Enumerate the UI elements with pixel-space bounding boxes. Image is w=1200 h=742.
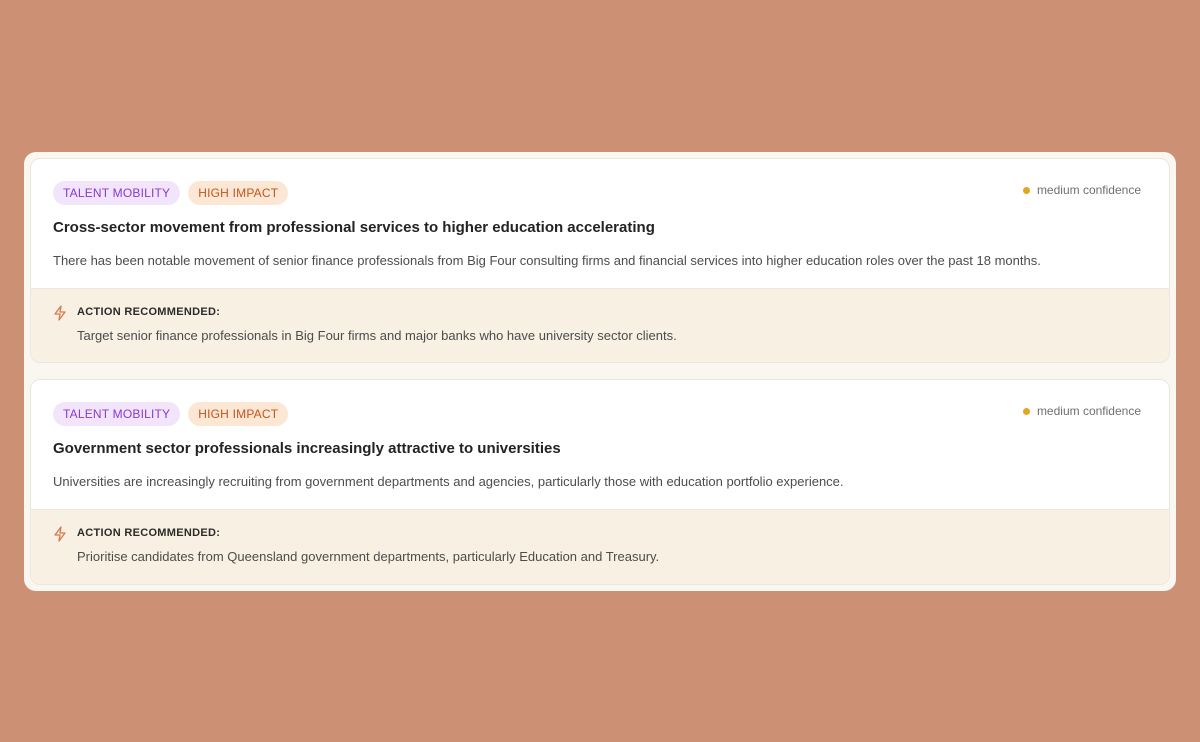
action-label: ACTION RECOMMENDED: bbox=[77, 306, 221, 318]
insight-card-header: TALENT MOBILITY HIGH IMPACT medium confi… bbox=[31, 380, 1169, 510]
lightning-icon bbox=[54, 305, 66, 321]
lightning-icon bbox=[54, 526, 66, 542]
confidence-label: medium confidence bbox=[1036, 404, 1141, 418]
insight-card: TALENT MOBILITY HIGH IMPACT medium confi… bbox=[30, 379, 1170, 585]
insights-panel: TALENT MOBILITY HIGH IMPACT medium confi… bbox=[24, 152, 1176, 591]
action-body: ACTION RECOMMENDED: Target senior financ… bbox=[77, 304, 677, 345]
confidence-indicator: medium confidence bbox=[1022, 404, 1141, 418]
action-text: Prioritise candidates from Queensland go… bbox=[77, 549, 660, 564]
insight-title: Cross-sector movement from professional … bbox=[53, 219, 655, 236]
badge-group: TALENT MOBILITY HIGH IMPACT bbox=[53, 181, 1141, 205]
insight-description: Universities are increasingly recruiting… bbox=[53, 474, 844, 489]
action-label: ACTION RECOMMENDED: bbox=[77, 527, 221, 539]
status-dot-icon bbox=[1022, 186, 1030, 194]
category-badge: TALENT MOBILITY bbox=[53, 402, 181, 426]
status-dot-icon bbox=[1022, 407, 1030, 415]
impact-badge: HIGH IMPACT bbox=[188, 181, 289, 205]
confidence-label: medium confidence bbox=[1036, 183, 1141, 197]
action-text: Target senior finance professionals in B… bbox=[77, 328, 677, 343]
action-recommended-section: ACTION RECOMMENDED: Target senior financ… bbox=[31, 289, 1169, 362]
action-recommended-section: ACTION RECOMMENDED: Prioritise candidate… bbox=[31, 510, 1169, 584]
insight-card: TALENT MOBILITY HIGH IMPACT medium confi… bbox=[30, 158, 1170, 363]
category-badge: TALENT MOBILITY bbox=[53, 181, 181, 205]
impact-badge: HIGH IMPACT bbox=[188, 402, 289, 426]
badge-group: TALENT MOBILITY HIGH IMPACT bbox=[53, 402, 1141, 426]
confidence-indicator: medium confidence bbox=[1022, 183, 1141, 197]
insight-title: Government sector professionals increasi… bbox=[53, 440, 561, 457]
action-body: ACTION RECOMMENDED: Prioritise candidate… bbox=[77, 525, 659, 567]
insight-card-header: TALENT MOBILITY HIGH IMPACT medium confi… bbox=[31, 159, 1169, 289]
insight-description: There has been notable movement of senio… bbox=[53, 253, 1041, 268]
